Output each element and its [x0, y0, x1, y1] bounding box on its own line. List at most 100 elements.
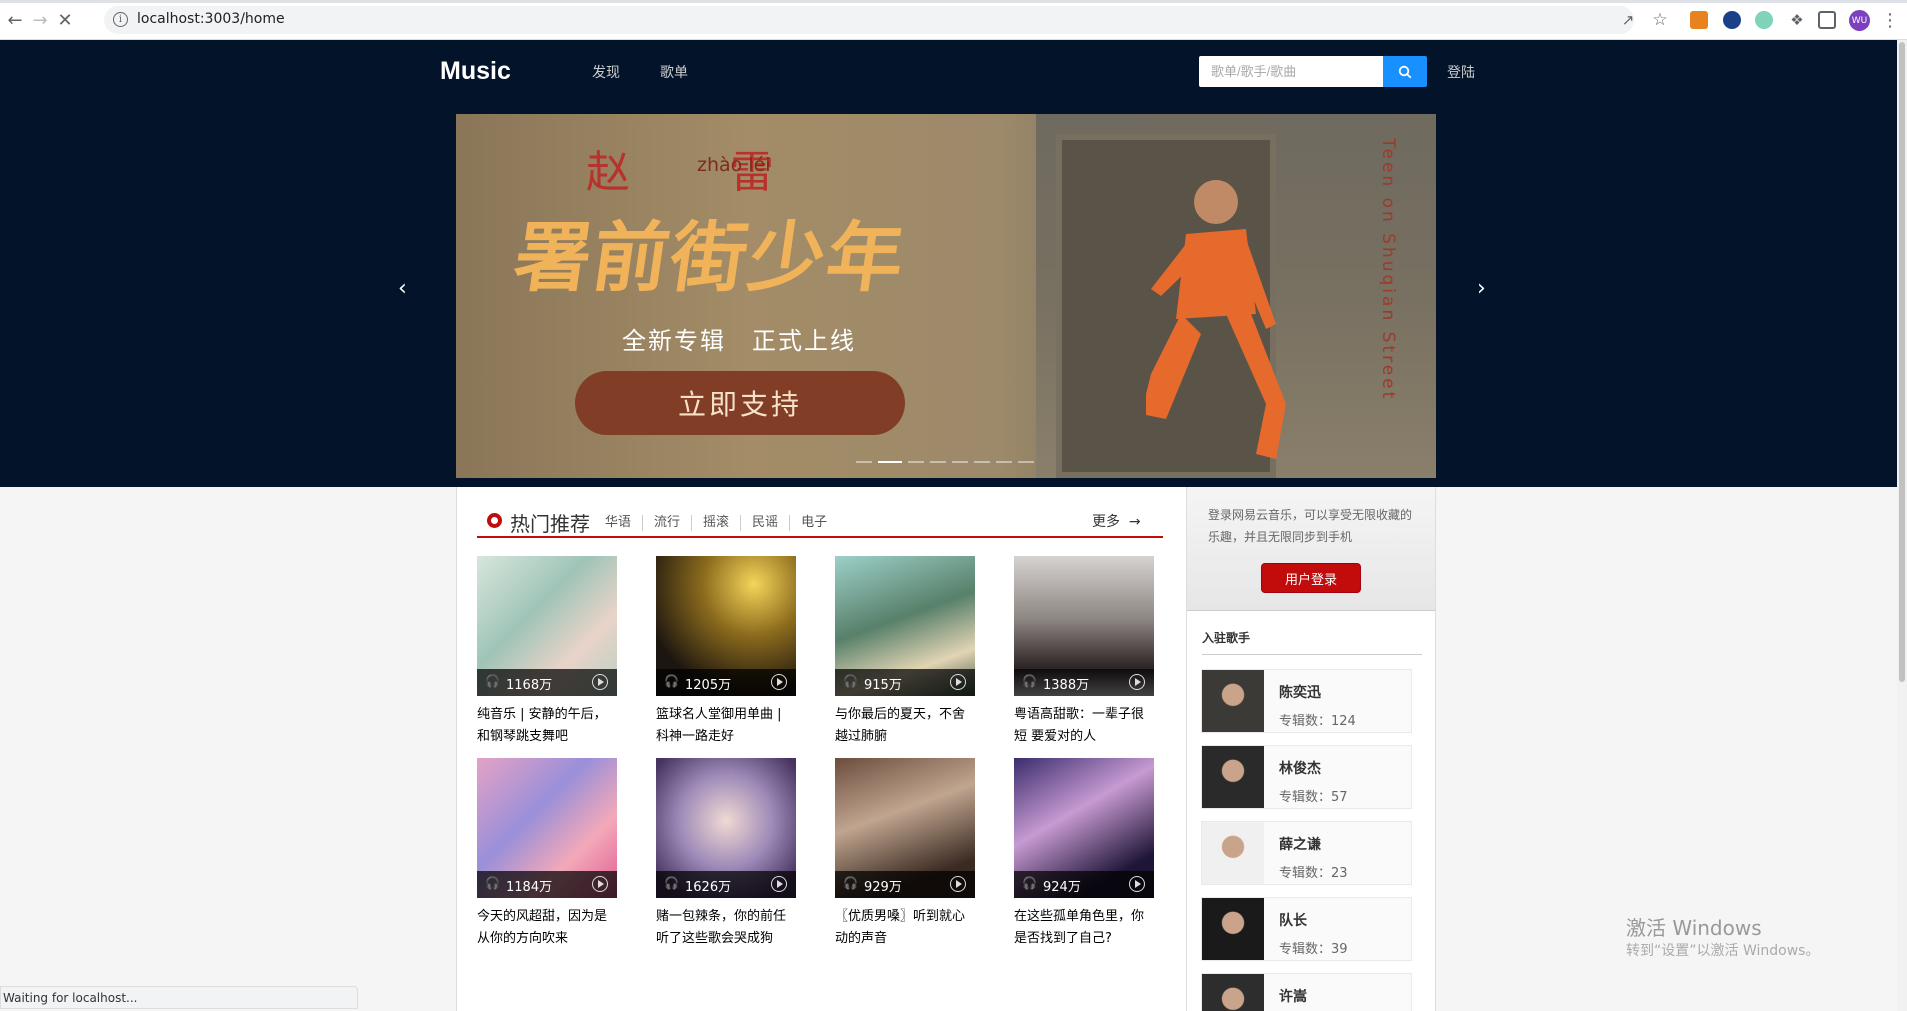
extension-check-icon[interactable]	[1723, 11, 1741, 29]
playlist-title[interactable]: 纯音乐 | 安静的午后，和钢琴跳支舞吧	[477, 704, 617, 748]
side-panel-icon[interactable]	[1818, 11, 1836, 29]
artist-avatar[interactable]	[1202, 974, 1264, 1011]
extension-green-icon[interactable]	[1755, 11, 1773, 29]
artist-item[interactable]: 薛之谦 专辑数：23	[1201, 821, 1412, 885]
artist-avatar[interactable]	[1202, 822, 1264, 884]
artist-item[interactable]: 陈奕迅 专辑数：124	[1201, 669, 1412, 733]
artist-item[interactable]: 队长 专辑数：39	[1201, 897, 1412, 961]
playlist-title[interactable]: 赌一包辣条，你的前任听了这些歌会哭成狗	[656, 906, 796, 950]
playlist-title[interactable]: 粤语高甜歌：一辈子很短 要爱对的人	[1014, 704, 1154, 748]
browser-status-bar: Waiting for localhost...	[0, 986, 358, 1009]
hot-recommend-section: 热门推荐 华语 流行 摇滚 民谣 电子 更多 → 🎧 1168万纯音乐 | 安静的…	[456, 487, 1186, 1011]
playlist-cover-bar: 🎧 1388万	[1014, 669, 1154, 696]
playlist-title[interactable]: 在这些孤单角色里，你是否找到了自己?	[1014, 906, 1154, 950]
play-icon[interactable]	[1129, 674, 1145, 690]
extensions-puzzle-icon[interactable]: ❖	[1786, 9, 1808, 31]
playlist-title[interactable]: 与你最后的夏天，不舍越过肺腑	[835, 704, 975, 748]
banner-dot[interactable]	[930, 461, 946, 463]
page-scrollbar[interactable]	[1897, 40, 1907, 1011]
circle-icon	[487, 513, 502, 528]
play-icon[interactable]	[592, 674, 608, 690]
share-icon[interactable]: ↗	[1617, 9, 1639, 31]
playlist-card[interactable]: 🎧 1388万粤语高甜歌：一辈子很短 要爱对的人	[1014, 556, 1154, 748]
banner-support-button[interactable]: 立即支持	[575, 371, 905, 435]
banner-dot[interactable]	[908, 461, 924, 463]
bookmark-star-icon[interactable]: ☆	[1649, 9, 1671, 31]
playlist-title[interactable]: 篮球名人堂御用单曲 | 科神一路走好	[656, 704, 796, 748]
artist-avatar[interactable]	[1202, 746, 1264, 808]
playlist-card[interactable]: 🎧 1626万赌一包辣条，你的前任听了这些歌会哭成狗	[656, 758, 796, 950]
artist-item[interactable]: 许嵩	[1201, 973, 1412, 1011]
nav-playlists[interactable]: 歌单	[660, 62, 688, 82]
playlist-cover[interactable]: 🎧 924万	[1014, 758, 1154, 898]
banner-dot[interactable]	[974, 461, 990, 463]
banner-prev-icon[interactable]: ‹	[398, 276, 407, 301]
playlist-title[interactable]: 〖优质男嗓〗听到就心动的声音	[835, 906, 975, 950]
browser-menu-icon[interactable]: ⋮	[1879, 9, 1901, 31]
playlist-cover[interactable]: 🎧 1205万	[656, 556, 796, 696]
tag-pop[interactable]: 流行	[642, 515, 691, 531]
play-icon[interactable]	[950, 876, 966, 892]
playlist-cover[interactable]: 🎧 1626万	[656, 758, 796, 898]
forward-icon[interactable]: →	[29, 9, 51, 31]
playlist-cover[interactable]: 🎧 915万	[835, 556, 975, 696]
playlist-card[interactable]: 🎧 924万在这些孤单角色里，你是否找到了自己?	[1014, 758, 1154, 950]
playlist-cover[interactable]: 🎧 1388万	[1014, 556, 1154, 696]
banner-pagination[interactable]	[856, 461, 1034, 463]
artist-item[interactable]: 林俊杰 专辑数：57	[1201, 745, 1412, 809]
play-icon[interactable]	[1129, 876, 1145, 892]
site-logo[interactable]: Music	[440, 57, 511, 86]
address-bar[interactable]: i localhost:3003/home	[104, 6, 1634, 34]
playlist-card[interactable]: 🎧 1205万篮球名人堂御用单曲 | 科神一路走好	[656, 556, 796, 748]
playlist-title[interactable]: 今天的风超甜，因为是从你的方向吹来	[477, 906, 617, 950]
banner-dot[interactable]	[996, 461, 1012, 463]
playlist-card[interactable]: 🎧 915万与你最后的夏天，不舍越过肺腑	[835, 556, 975, 748]
play-icon[interactable]	[592, 876, 608, 892]
search-input[interactable]	[1199, 56, 1383, 87]
playlist-cover[interactable]: 🎧 1168万	[477, 556, 617, 696]
artist-name[interactable]: 许嵩	[1279, 986, 1307, 1006]
banner-next-icon[interactable]: ›	[1477, 276, 1486, 301]
play-icon[interactable]	[771, 876, 787, 892]
playlist-card[interactable]: 🎧 1184万今天的风超甜，因为是从你的方向吹来	[477, 758, 617, 950]
tag-folk[interactable]: 民谣	[740, 515, 789, 531]
site-info-icon[interactable]: i	[113, 12, 128, 27]
banner-pinyin: zhào léi	[697, 154, 771, 176]
section-title: 热门推荐	[510, 512, 590, 536]
banner-dot[interactable]	[952, 461, 968, 463]
login-panel: 登录网易云音乐，可以享受无限收藏的乐趣，并且无限同步到手机 用户登录	[1187, 487, 1435, 611]
artist-name[interactable]: 薛之谦	[1279, 834, 1321, 854]
tag-chinese[interactable]: 华语	[605, 515, 642, 531]
artist-avatar[interactable]	[1202, 898, 1264, 960]
back-icon[interactable]: ←	[4, 9, 26, 31]
tab-strip	[0, 0, 1907, 3]
playlist-card[interactable]: 🎧 929万〖优质男嗓〗听到就心动的声音	[835, 758, 975, 950]
play-icon[interactable]	[771, 674, 787, 690]
banner-dot[interactable]	[878, 461, 902, 463]
playlist-cover[interactable]: 🎧 929万	[835, 758, 975, 898]
artist-name[interactable]: 陈奕迅	[1279, 682, 1321, 702]
banner-dot[interactable]	[856, 461, 872, 463]
artist-name[interactable]: 队长	[1279, 910, 1307, 930]
playlist-cover[interactable]: 🎧 1184万	[477, 758, 617, 898]
play-icon[interactable]	[950, 674, 966, 690]
headphones-icon: 🎧	[1022, 674, 1037, 688]
login-link[interactable]: 登陆	[1447, 62, 1475, 82]
artist-name[interactable]: 林俊杰	[1279, 758, 1321, 778]
tag-rock[interactable]: 摇滚	[691, 515, 740, 531]
windows-activation-title: 激活 Windows	[1626, 916, 1762, 940]
user-login-button[interactable]: 用户登录	[1261, 563, 1361, 593]
tag-electronic[interactable]: 电子	[789, 515, 838, 531]
playlist-cover-bar: 🎧 924万	[1014, 871, 1154, 898]
banner-carousel[interactable]: 赵雷 zhào léi 署前街少年 全新专辑 正式上线 立即支持 Teen on…	[456, 114, 1436, 478]
banner-dot[interactable]	[1018, 461, 1034, 463]
profile-avatar[interactable]: WU	[1849, 10, 1870, 31]
scrollbar-thumb[interactable]	[1899, 42, 1905, 682]
playlist-card[interactable]: 🎧 1168万纯音乐 | 安静的午后，和钢琴跳支舞吧	[477, 556, 617, 748]
metamask-extension-icon[interactable]	[1690, 11, 1708, 29]
search-button[interactable]	[1383, 56, 1427, 87]
stop-loading-icon[interactable]: ✕	[54, 9, 76, 31]
nav-discover[interactable]: 发现	[592, 62, 620, 82]
artist-avatar[interactable]	[1202, 670, 1264, 732]
more-link[interactable]: 更多 →	[1092, 511, 1141, 531]
